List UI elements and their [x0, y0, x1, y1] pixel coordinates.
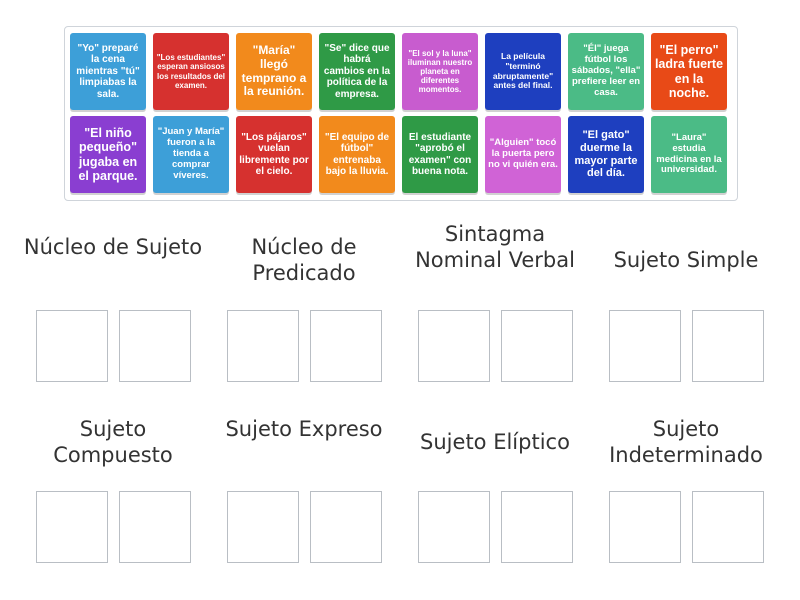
drop-slot[interactable]	[609, 310, 681, 382]
answer-card[interactable]: "María" llegó temprano a la reunión.	[236, 33, 312, 110]
drop-slot[interactable]	[692, 491, 764, 563]
drop-slot[interactable]	[501, 491, 573, 563]
answer-card[interactable]: "El perro" ladra fuerte en la noche.	[651, 33, 727, 110]
drop-slot[interactable]	[609, 491, 681, 563]
answer-card[interactable]: "El equipo de fútbol" entrenaba bajo la …	[319, 116, 395, 193]
category-title-nucleo-de-sujeto: Núcleo de Sujeto	[23, 235, 203, 259]
answer-card[interactable]: "Yo" preparé la cena mientras "tú" limpi…	[70, 33, 146, 110]
answer-card[interactable]: "Juan y María" fueron a la tienda a comp…	[153, 116, 229, 193]
answer-card[interactable]: "Los pájaros" vuelan libremente por el c…	[236, 116, 312, 193]
answer-card[interactable]: "El gato" duerme la mayor parte del día.	[568, 116, 644, 193]
answer-card[interactable]: "Laura" estudia medicina en la universid…	[651, 116, 727, 193]
category-title-sujeto-simple: Sujeto Simple	[613, 248, 759, 272]
category-title-nucleo-de-predicado: Núcleo de Predicado	[251, 235, 357, 285]
drop-slot[interactable]	[310, 310, 382, 382]
drop-slot[interactable]	[227, 491, 299, 563]
drop-slot[interactable]	[692, 310, 764, 382]
category-title-sintagma-nominal-verbal: Sintagma Nominal Verbal	[415, 222, 575, 272]
category-title-sujeto-eliptico: Sujeto Elíptico	[420, 430, 570, 454]
answer-card[interactable]: "Él" juega fútbol los sábados, "ella" pr…	[568, 33, 644, 110]
answer-card[interactable]: La película "terminó abruptamente" antes…	[485, 33, 561, 110]
drop-slot[interactable]	[119, 310, 191, 382]
category-title-sujeto-indeterminado: Sujeto Indeterminado	[609, 417, 763, 467]
answer-card[interactable]: "El sol y la luna" iluminan nuestro plan…	[402, 33, 478, 110]
drop-slot[interactable]	[418, 491, 490, 563]
answer-card[interactable]: El estudiante "aprobó el examen" con bue…	[402, 116, 478, 193]
drop-slot[interactable]	[310, 491, 382, 563]
category-title-sujeto-expreso: Sujeto Expreso	[225, 417, 383, 441]
answer-card[interactable]: "Los estudiantes" esperan ansiosos los r…	[153, 33, 229, 110]
category-title-sujeto-compuesto: Sujeto Compuesto	[53, 417, 173, 467]
answer-card[interactable]: "Se" dice que habrá cambios en la políti…	[319, 33, 395, 110]
drop-slot[interactable]	[36, 491, 108, 563]
answer-card[interactable]: "El niño pequeño" jugaba en el parque.	[70, 116, 146, 193]
drop-slot[interactable]	[36, 310, 108, 382]
drop-slot[interactable]	[418, 310, 490, 382]
drop-slot[interactable]	[501, 310, 573, 382]
drop-slot[interactable]	[119, 491, 191, 563]
drop-slot[interactable]	[227, 310, 299, 382]
answer-card[interactable]: "Alguien" tocó la puerta pero no vi quié…	[485, 116, 561, 193]
